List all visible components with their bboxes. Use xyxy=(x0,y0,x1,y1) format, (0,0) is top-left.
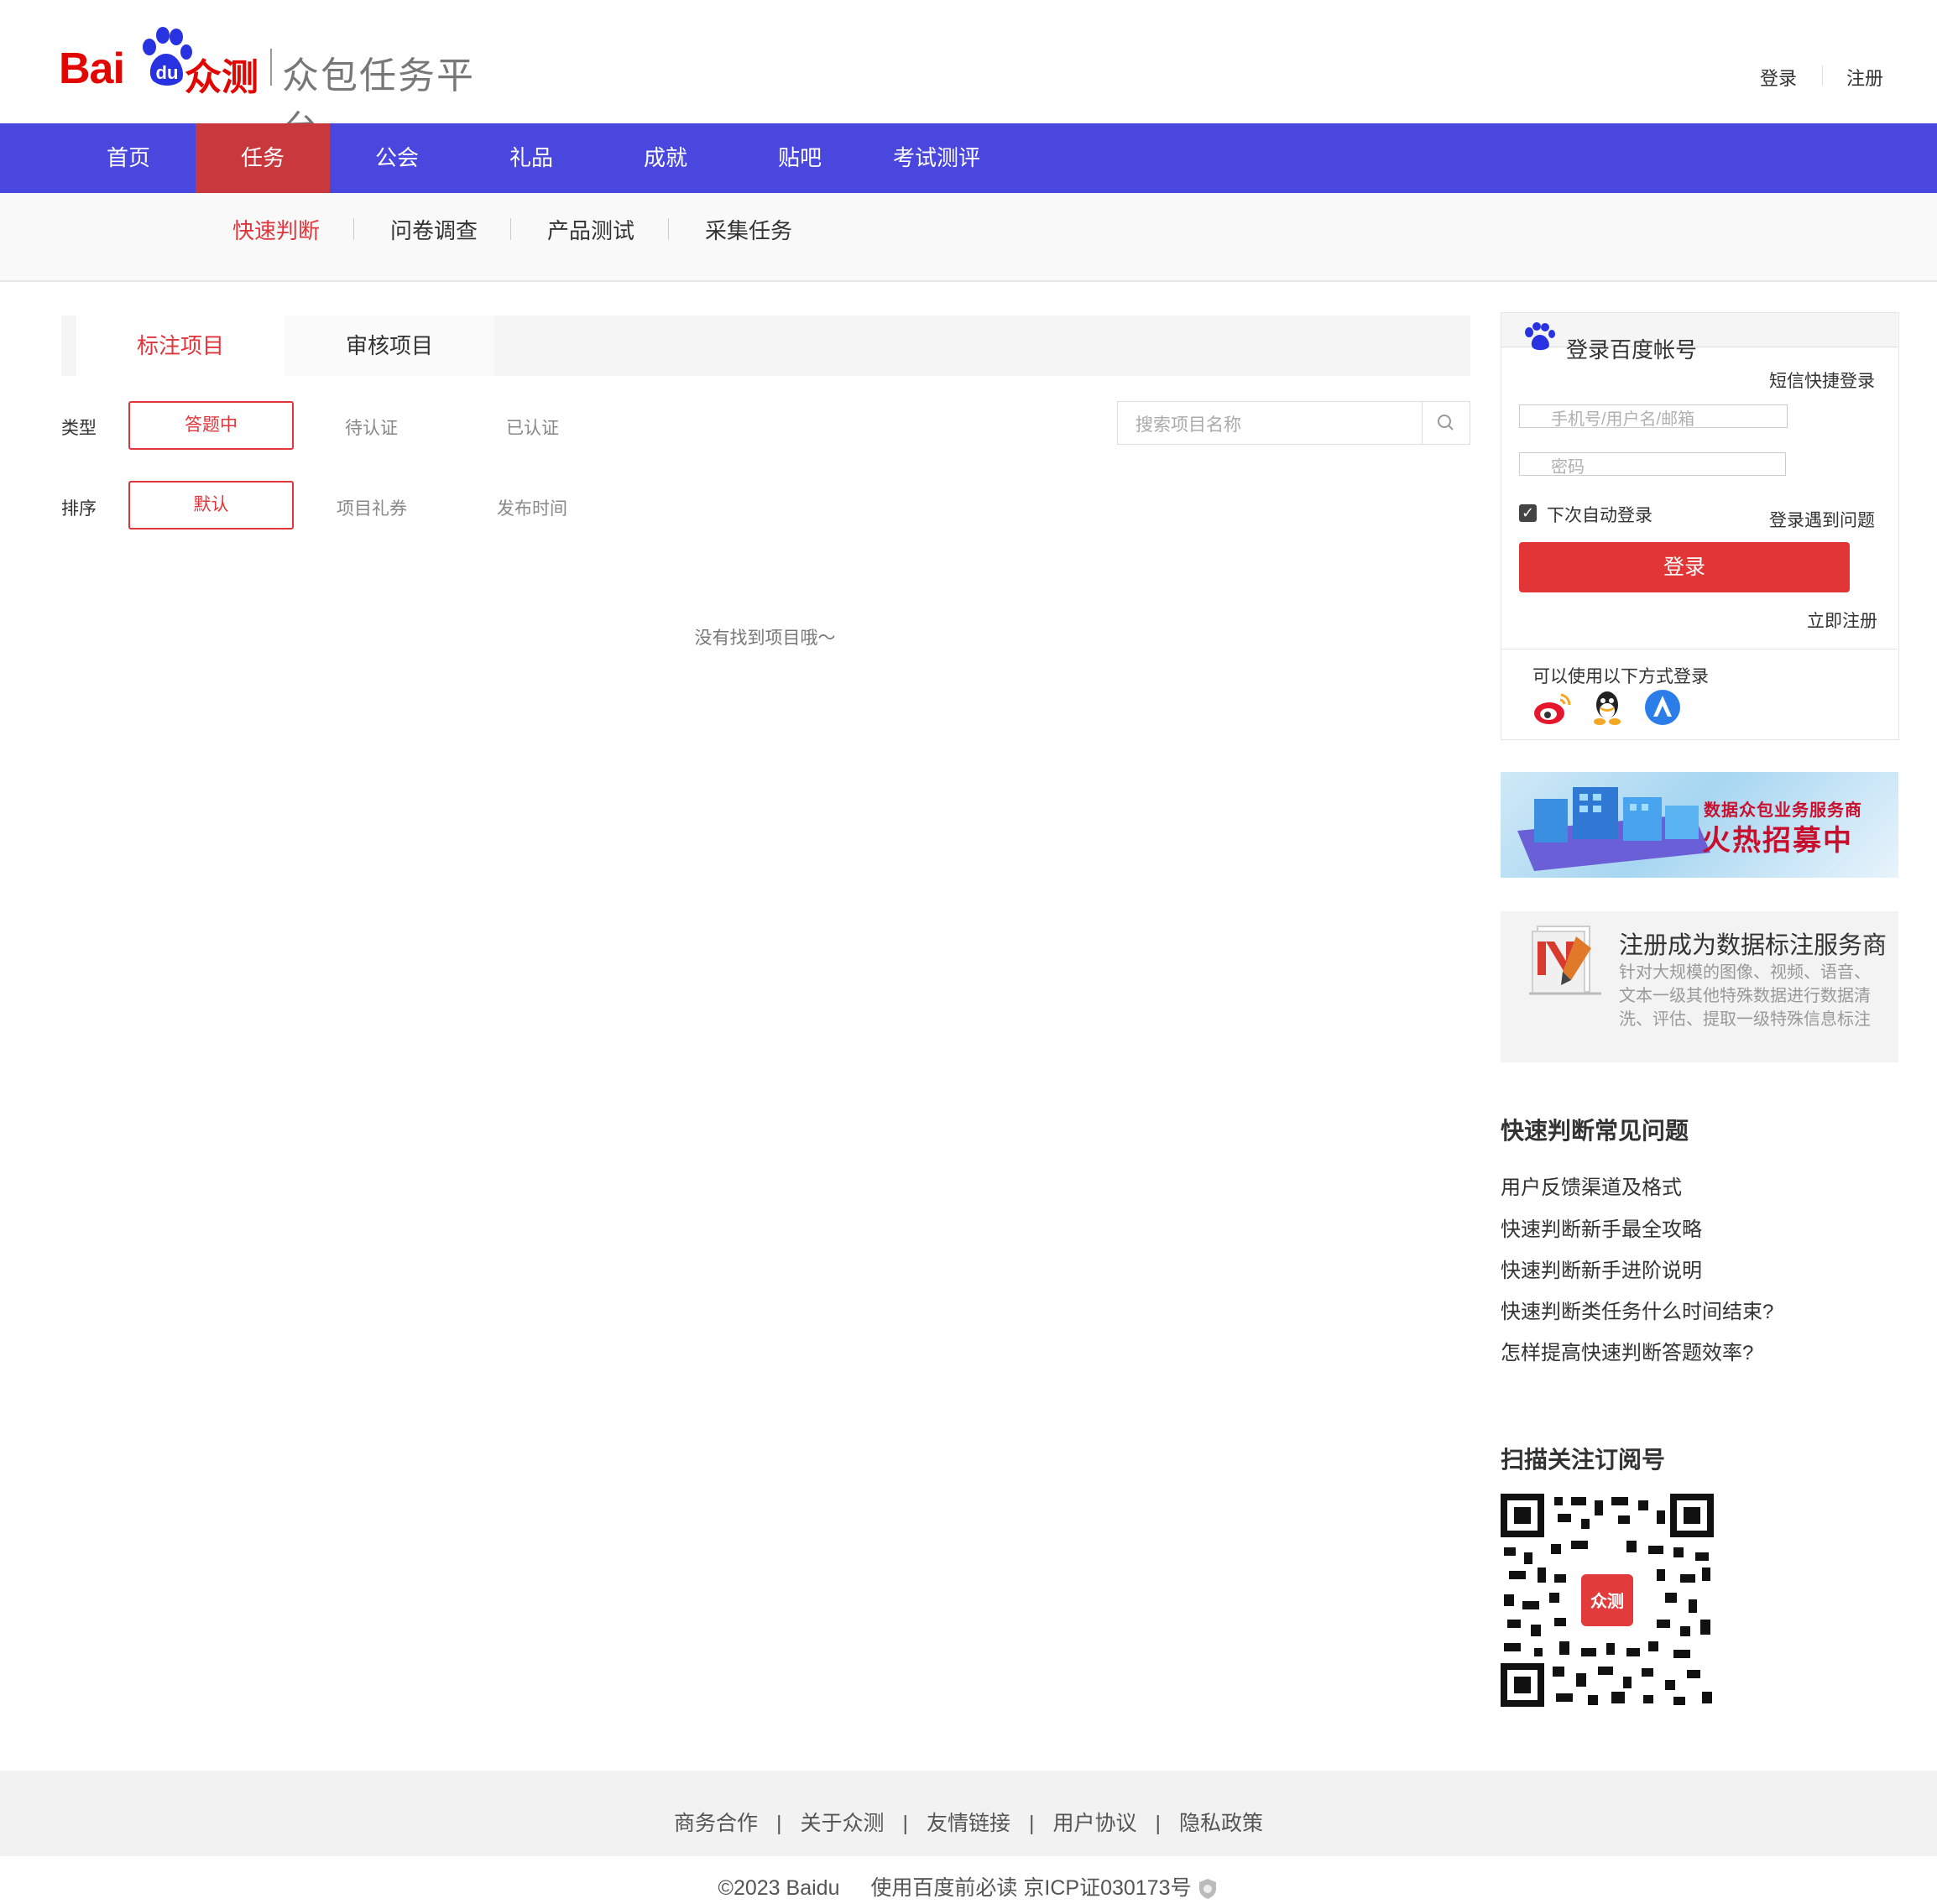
subnav-divider xyxy=(668,218,669,240)
tab-annotation-projects[interactable]: 标注项目 xyxy=(76,316,285,376)
nav-item-achievements[interactable]: 成就 xyxy=(598,123,733,193)
header-register-link[interactable]: 注册 xyxy=(1846,64,1883,91)
type-option-answering[interactable]: 答题中 xyxy=(128,401,294,450)
notice-link[interactable]: 使用百度前必读 xyxy=(870,1876,1017,1900)
faq-link-advanced-guide[interactable]: 快速判断新手进阶说明 xyxy=(1501,1254,1702,1283)
baidu-cloud-icon[interactable] xyxy=(1643,688,1682,727)
footer-links: 商务合作 | 关于众测 | 友情链接 | 用户协议 | 隐私政策 xyxy=(0,1807,1937,1837)
alt-login-label: 可以使用以下方式登录 xyxy=(1532,667,1709,686)
footer-link-agreement[interactable]: 用户协议 xyxy=(1053,1812,1137,1835)
copyright-text: ©2023 Baidu xyxy=(718,1876,840,1900)
nav-item-tasks[interactable]: 任务 xyxy=(196,123,330,193)
weibo-icon[interactable] xyxy=(1532,690,1573,727)
remember-label: 下次自动登录 xyxy=(1547,506,1652,525)
header: Bai du 众测 众包任务平台 登录 注册 xyxy=(0,0,1937,150)
promo-description: 针对大规模的图像、视频、语音、文本一级其他特殊数据进行数据清洗、评估、提取一级特… xyxy=(1619,963,1871,1029)
password-placeholder: 密码 xyxy=(1551,458,1585,477)
header-link-divider xyxy=(1822,65,1823,86)
login-panel-header xyxy=(1501,313,1898,347)
logo-du-text: du xyxy=(156,62,179,83)
login-button[interactable]: 登录 xyxy=(1519,542,1850,592)
remember-checkbox[interactable]: ✓ xyxy=(1519,504,1537,522)
type-option-certified[interactable]: 已认证 xyxy=(506,415,559,440)
footer-separator: | xyxy=(1155,1812,1162,1835)
faq-title: 快速判断常见问题 xyxy=(1501,1118,1689,1144)
footer-link-business[interactable]: 商务合作 xyxy=(674,1812,758,1835)
faq-link-beginner-guide[interactable]: 快速判断新手最全攻略 xyxy=(1501,1213,1702,1242)
footer-link-privacy[interactable]: 隐私政策 xyxy=(1179,1812,1263,1835)
sort-filter-label: 排序 xyxy=(61,499,97,519)
sub-nav: 快速判断 问卷调查 产品测试 采集任务 xyxy=(0,193,1937,282)
faq-link-efficiency[interactable]: 怎样提高快速判断答题效率? xyxy=(1501,1336,1753,1365)
sms-login-link[interactable]: 短信快捷登录 xyxy=(1769,368,1875,393)
type-filter-label: 类型 xyxy=(61,419,97,438)
subnav-collection[interactable]: 采集任务 xyxy=(705,214,792,245)
nav-item-tieba[interactable]: 贴吧 xyxy=(733,123,867,193)
register-now-link[interactable]: 立即注册 xyxy=(1807,608,1877,633)
search-placeholder: 搜索项目名称 xyxy=(1136,415,1241,435)
footer-link-friends[interactable]: 友情链接 xyxy=(927,1812,1010,1835)
subnav-product-test[interactable]: 产品测试 xyxy=(547,214,634,245)
qr-center-text: 众测 xyxy=(1590,1592,1624,1611)
document-pen-icon xyxy=(1529,926,1601,995)
search-button[interactable] xyxy=(1422,401,1470,445)
nav-item-exam[interactable]: 考试测评 xyxy=(869,123,1004,193)
faq-link-task-end-time[interactable]: 快速判断类任务什么时间结束? xyxy=(1501,1295,1773,1324)
sort-option-coupon[interactable]: 项目礼券 xyxy=(337,495,407,520)
type-option-pending[interactable]: 待认证 xyxy=(345,415,398,440)
header-login-link[interactable]: 登录 xyxy=(1760,64,1797,91)
main-nav: 首页 任务 公会 礼品 成就 贴吧 考试测评 xyxy=(0,123,1937,193)
icp-text[interactable]: 京ICP证030173号 xyxy=(1023,1876,1191,1900)
subnav-divider xyxy=(510,218,511,240)
sort-option-default[interactable]: 默认 xyxy=(128,481,294,529)
baidu-zhongce-logo[interactable]: Bai du 众测 众包任务平台 xyxy=(59,23,512,150)
baidu-paw-icon xyxy=(1525,322,1555,351)
police-badge-icon xyxy=(1199,1879,1217,1900)
search-icon xyxy=(1438,415,1454,430)
logo-divider xyxy=(270,49,272,86)
project-tabs: 标注项目 审核项目 xyxy=(61,316,1470,376)
subnav-divider xyxy=(353,218,354,240)
empty-state-message: 没有找到项目哦～ xyxy=(694,629,836,648)
subnav-quick-judge[interactable]: 快速判断 xyxy=(232,214,320,245)
promo-title: 注册成为数据标注服务商 xyxy=(1619,932,1887,959)
login-problem-link[interactable]: 登录遇到问题 xyxy=(1769,507,1875,532)
footer-separator: | xyxy=(1029,1812,1035,1835)
qr-code-image: 众测 xyxy=(1501,1494,1714,1707)
nav-item-home[interactable]: 首页 xyxy=(61,123,196,193)
username-placeholder: 手机号/用户名/邮箱 xyxy=(1551,410,1695,429)
login-panel-title: 登录百度帐号 xyxy=(1566,337,1698,363)
qq-icon[interactable] xyxy=(1588,688,1626,727)
tab-review-projects[interactable]: 审核项目 xyxy=(285,316,494,376)
nav-item-guild[interactable]: 公会 xyxy=(330,123,464,193)
footer-separator: | xyxy=(775,1812,782,1835)
banner-line2: 火热招募中 xyxy=(1702,825,1853,857)
faq-link-feedback[interactable]: 用户反馈渠道及格式 xyxy=(1501,1171,1682,1200)
subnav-survey[interactable]: 问卷调查 xyxy=(390,214,478,245)
footer-link-about[interactable]: 关于众测 xyxy=(800,1812,884,1835)
nav-item-gifts[interactable]: 礼品 xyxy=(464,123,598,193)
copyright-line: ©2023 Baidu 使用百度前必读 京ICP证030173号 xyxy=(0,1871,1937,1901)
qr-title: 扫描关注订阅号 xyxy=(1501,1447,1666,1473)
logo-baidu-text: Bai xyxy=(59,44,125,93)
logo-zhongce-text: 众测 xyxy=(185,57,258,98)
footer-separator: | xyxy=(902,1812,908,1835)
sort-option-publish-time[interactable]: 发布时间 xyxy=(497,495,567,520)
